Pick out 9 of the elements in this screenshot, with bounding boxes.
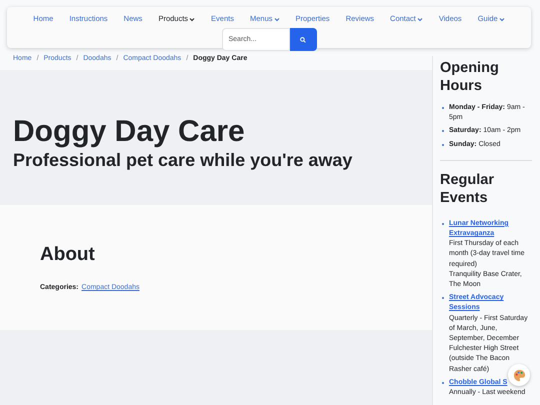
palette-icon <box>512 368 526 382</box>
regular-events-heading: Regular Events <box>440 170 495 207</box>
search-icon <box>300 36 306 42</box>
palette-button[interactable] <box>508 364 530 386</box>
page-subtitle: Professional pet care while you're away <box>13 148 354 170</box>
search-button[interactable] <box>290 28 316 51</box>
about-heading: About <box>40 243 96 267</box>
opening-hours-heading: Opening Hours <box>440 59 500 95</box>
page-title: Doggy Day Care <box>13 114 246 148</box>
